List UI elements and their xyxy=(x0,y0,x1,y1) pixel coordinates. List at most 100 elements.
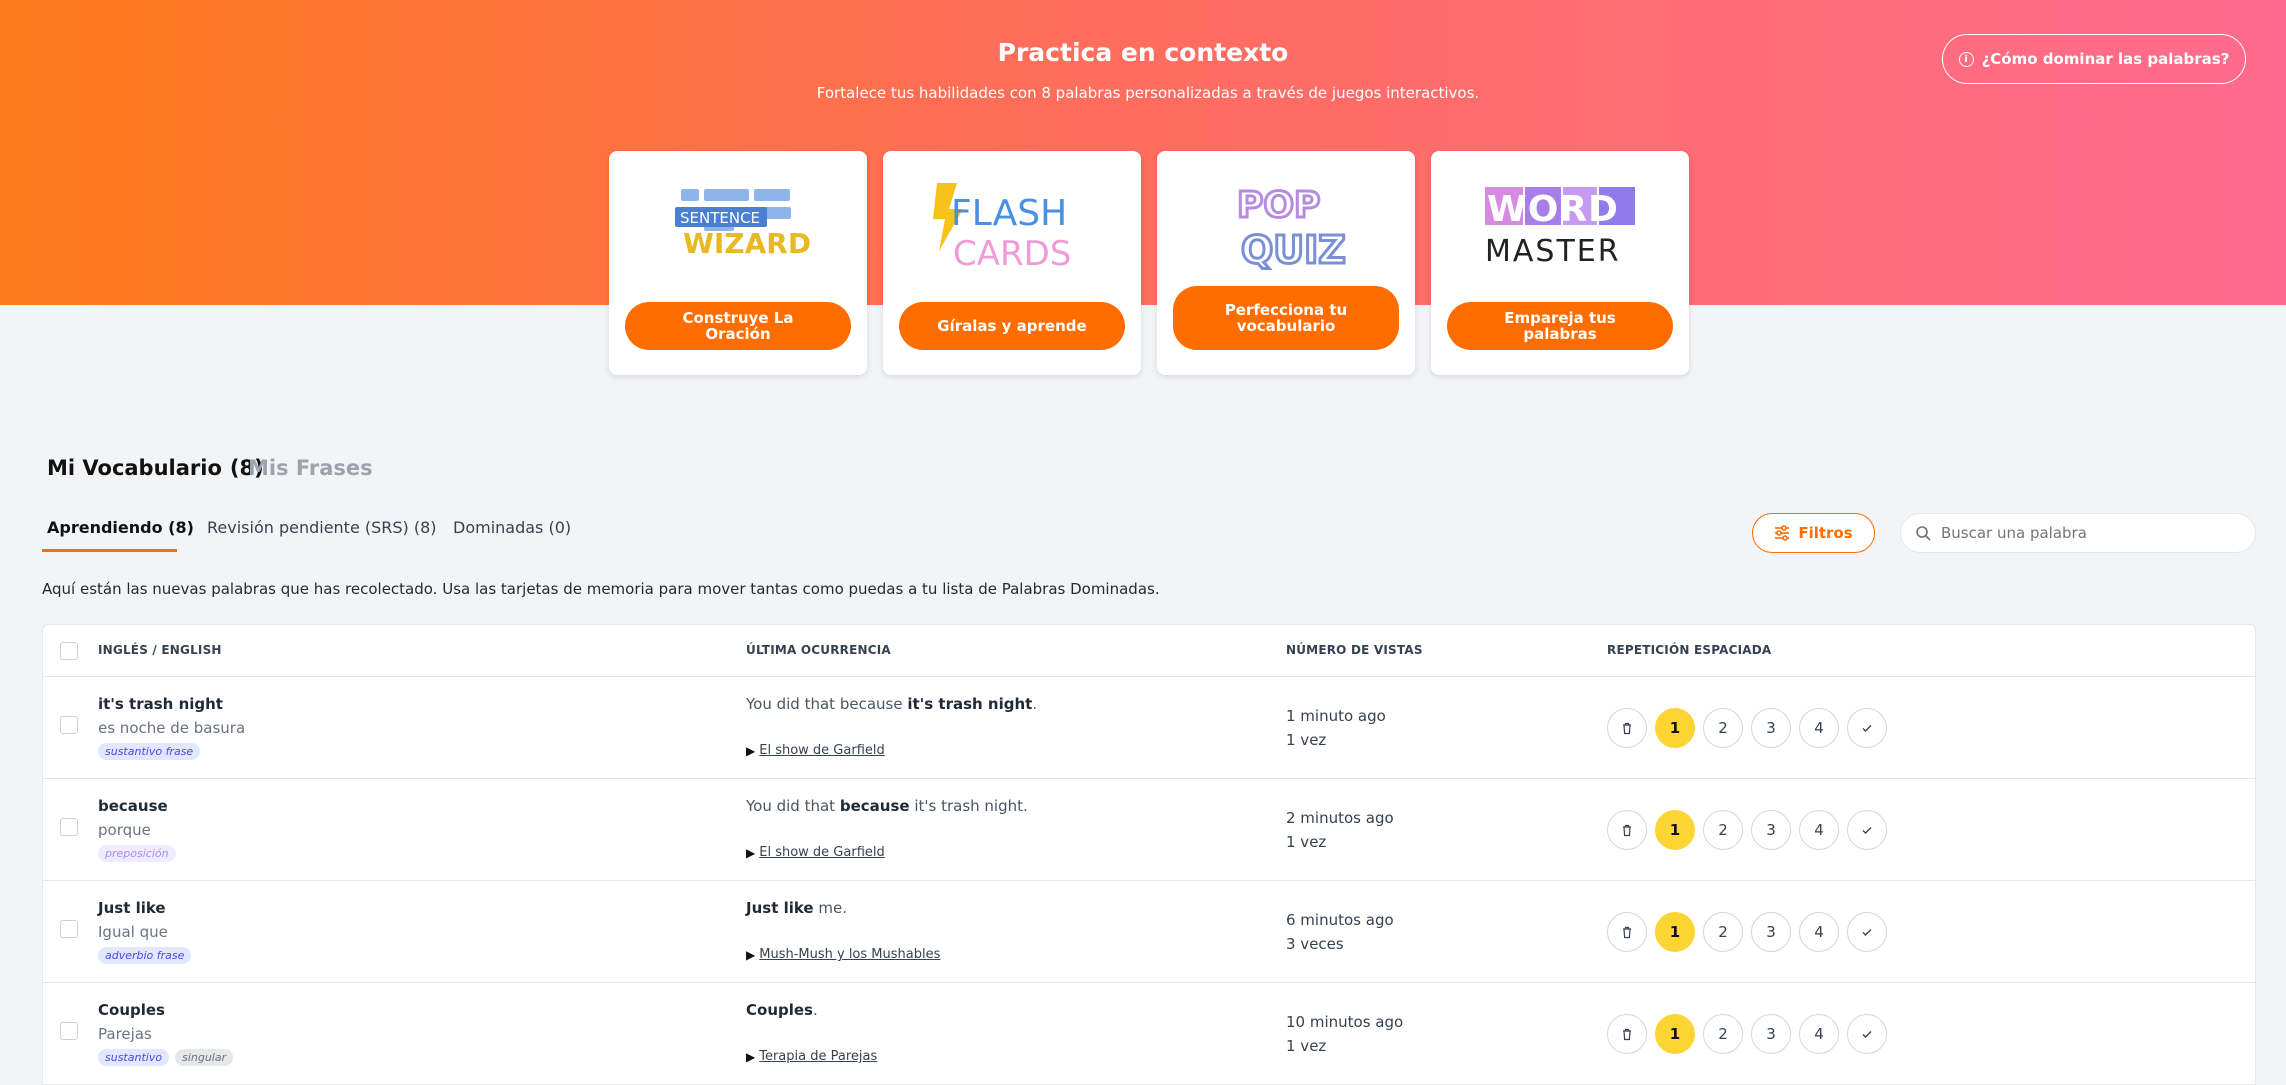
srs-level-2-button[interactable]: 2 xyxy=(1703,1014,1743,1054)
trash-icon xyxy=(1623,722,1631,734)
game-button-sentence-wizard[interactable]: Construye La Oración xyxy=(625,302,851,350)
srs-level-1-button[interactable]: 1 xyxy=(1655,810,1695,850)
last-seen-time: 6 minutos ago xyxy=(1286,911,1394,929)
word-translation: Igual que xyxy=(98,923,168,941)
select-all-checkbox[interactable] xyxy=(60,642,78,660)
column-header-english: INGLÉS / ENGLISH xyxy=(98,643,222,657)
word-english: it's trash night xyxy=(98,695,223,713)
srs-level-1-button[interactable]: 1 xyxy=(1655,912,1695,952)
game-button-word-master[interactable]: Empareja tus palabras xyxy=(1447,302,1673,350)
svg-text:CARDS: CARDS xyxy=(953,234,1071,271)
hero-banner: Practica en contexto Fortalece tus habil… xyxy=(0,0,2286,305)
tab-mastered[interactable]: Dominadas (0) xyxy=(453,518,571,537)
search-field[interactable] xyxy=(1900,513,2256,553)
word-tag: preposición xyxy=(98,845,176,862)
table-row: Just like Igual que adverbio frase Just … xyxy=(43,881,2255,983)
srs-level-2-button[interactable]: 2 xyxy=(1703,912,1743,952)
srs-level-3-button[interactable]: 3 xyxy=(1751,1014,1791,1054)
row-checkbox[interactable] xyxy=(60,920,78,938)
sentence-wizard-logo: SENTENCE WIZARD xyxy=(675,189,811,260)
word-translation: es noche de basura xyxy=(98,719,246,737)
mark-mastered-button[interactable] xyxy=(1847,708,1887,748)
tab-my-phrases[interactable]: Mis Frases xyxy=(248,456,373,480)
word-tags: sustantivo singular xyxy=(98,1049,234,1066)
view-count: 1 vez xyxy=(1286,731,1327,749)
delete-button[interactable] xyxy=(1607,708,1647,748)
srs-level-3-button[interactable]: 3 xyxy=(1751,912,1791,952)
srs-level-4-button[interactable]: 4 xyxy=(1799,1014,1839,1054)
game-card-word-master: WORD MASTER Empareja tus palabras xyxy=(1431,151,1689,375)
word-master-logo: WORD MASTER xyxy=(1485,183,1635,269)
srs-level-1-button[interactable]: 1 xyxy=(1655,1014,1695,1054)
section-description: Aquí están las nuevas palabras que has r… xyxy=(42,580,1160,598)
last-seen-time: 10 minutos ago xyxy=(1286,1013,1404,1031)
mark-mastered-button[interactable] xyxy=(1847,1014,1887,1054)
view-count: 3 veces xyxy=(1286,935,1344,953)
tab-my-vocabulary[interactable]: Mi Vocabulario (8) xyxy=(47,456,264,480)
check-icon xyxy=(1862,929,1872,936)
context-sentence: You did that because it's trash night. xyxy=(746,797,1028,815)
trash-icon xyxy=(1623,926,1631,938)
filters-button[interactable]: Filtros xyxy=(1752,513,1875,553)
check-icon xyxy=(1862,1031,1872,1038)
source-link[interactable]: ▶ Terapia de Parejas xyxy=(746,1049,877,1064)
game-card-sentence-wizard: SENTENCE WIZARD Construye La Oración xyxy=(609,151,867,375)
delete-button[interactable] xyxy=(1607,912,1647,952)
srs-level-4-button[interactable]: 4 xyxy=(1799,912,1839,952)
active-tab-indicator xyxy=(42,549,177,552)
delete-button[interactable] xyxy=(1607,1014,1647,1054)
srs-level-3-button[interactable]: 3 xyxy=(1751,810,1791,850)
game-card-pop-quiz: POP QUIZ Perfecciona tu vocabulario xyxy=(1157,151,1415,375)
tab-learning[interactable]: Aprendiendo (8) xyxy=(47,518,194,537)
sliders-icon xyxy=(1775,525,1790,541)
game-button-pop-quiz[interactable]: Perfecciona tu vocabulario xyxy=(1173,286,1399,350)
source-link[interactable]: ▶ Mush-Mush y los Mushables xyxy=(746,947,940,962)
how-to-master-button[interactable]: i ¿Cómo dominar las palabras? xyxy=(1942,34,2246,84)
game-button-flash-cards[interactable]: Gíralas y aprende xyxy=(899,302,1125,350)
table-header: INGLÉS / ENGLISH ÚLTIMA OCURRENCIA NÚMER… xyxy=(43,625,2255,677)
table-row: Couples Parejas sustantivo singular Coupl… xyxy=(43,983,2255,1085)
srs-controls: 1234 xyxy=(1607,708,1887,748)
svg-text:WIZARD: WIZARD xyxy=(683,227,811,260)
search-input[interactable] xyxy=(1941,524,2241,542)
word-tag: singular xyxy=(175,1049,234,1066)
filters-label: Filtros xyxy=(1798,524,1853,542)
word-tags: preposición xyxy=(98,845,176,862)
source-title[interactable]: El show de Garfield xyxy=(759,845,885,860)
word-tags: adverbio frase xyxy=(98,947,192,964)
srs-level-2-button[interactable]: 2 xyxy=(1703,708,1743,748)
word-tag: adverbio frase xyxy=(98,947,192,964)
vocabulary-table: INGLÉS / ENGLISH ÚLTIMA OCURRENCIA NÚMER… xyxy=(42,624,2256,1085)
srs-level-1-button[interactable]: 1 xyxy=(1655,708,1695,748)
play-icon: ▶ xyxy=(746,1049,756,1064)
play-icon: ▶ xyxy=(746,845,756,860)
mark-mastered-button[interactable] xyxy=(1847,810,1887,850)
context-sentence: Couples. xyxy=(746,1001,818,1019)
tab-pending-review[interactable]: Revisión pendiente (SRS) (8) xyxy=(207,518,437,537)
row-checkbox[interactable] xyxy=(60,818,78,836)
source-link[interactable]: ▶ El show de Garfield xyxy=(746,845,885,860)
srs-level-4-button[interactable]: 4 xyxy=(1799,708,1839,748)
check-icon xyxy=(1862,725,1872,732)
view-count: 1 vez xyxy=(1286,833,1327,851)
srs-level-3-button[interactable]: 3 xyxy=(1751,708,1791,748)
row-checkbox[interactable] xyxy=(60,1022,78,1040)
source-title[interactable]: El show de Garfield xyxy=(759,743,885,758)
srs-level-2-button[interactable]: 2 xyxy=(1703,810,1743,850)
play-icon: ▶ xyxy=(746,947,756,962)
row-checkbox[interactable] xyxy=(60,716,78,734)
check-icon xyxy=(1862,827,1872,834)
context-sentence: Just like me. xyxy=(746,899,848,917)
vocabulary-title: Mi Vocabulario xyxy=(47,456,222,480)
source-title[interactable]: Terapia de Parejas xyxy=(759,1049,877,1064)
last-seen-time: 1 minuto ago xyxy=(1286,707,1386,725)
column-header-last-occurrence: ÚLTIMA OCURRENCIA xyxy=(746,643,891,657)
source-link[interactable]: ▶ El show de Garfield xyxy=(746,743,885,758)
source-title[interactable]: Mush-Mush y los Mushables xyxy=(759,947,940,962)
mark-mastered-button[interactable] xyxy=(1847,912,1887,952)
svg-text:MASTER: MASTER xyxy=(1485,234,1621,269)
word-english: Couples xyxy=(98,1001,165,1019)
delete-button[interactable] xyxy=(1607,810,1647,850)
word-translation: Parejas xyxy=(98,1025,152,1043)
srs-level-4-button[interactable]: 4 xyxy=(1799,810,1839,850)
